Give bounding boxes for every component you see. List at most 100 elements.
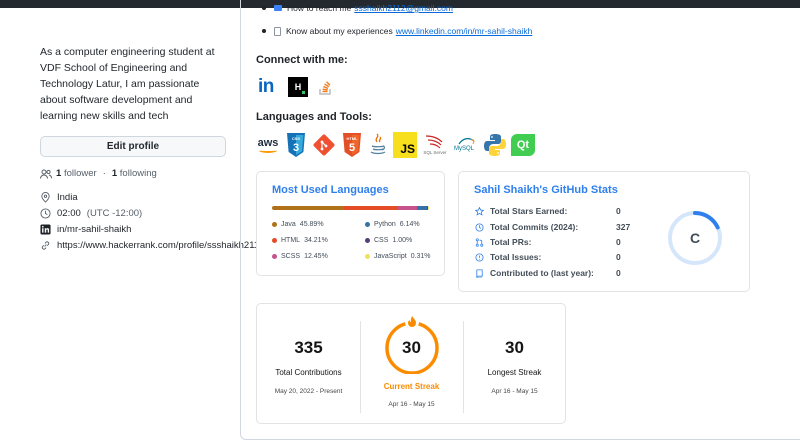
svg-text:5: 5 (349, 142, 355, 154)
pull-request-icon (475, 237, 484, 247)
rank-letter: C (690, 230, 700, 246)
stat-row-stars: Total Stars Earned: 0 (475, 206, 621, 216)
total-contributions-label: Total Contributions (275, 368, 342, 377)
fire-icon (408, 316, 416, 327)
language-bar-segment-python (417, 206, 427, 210)
qt-icon[interactable]: Qt (511, 134, 535, 156)
language-percent: 12.45% (304, 253, 328, 260)
sql-server-icon[interactable]: SQL Server (422, 132, 448, 158)
mysql-icon-label: MySQL (454, 146, 475, 152)
bullet-linkedin: Know about my experiences www.linkedin.c… (262, 26, 532, 36)
connect-icons: in H (258, 76, 336, 98)
clock-icon (40, 208, 51, 219)
profile-bio: As a computer engineering student at VDF… (40, 46, 215, 122)
language-label: SCSS (281, 253, 301, 260)
css-icon-label: CSS (292, 136, 301, 141)
timezone-text: (UTC -12:00) (86, 208, 143, 219)
language-percent: 6.14% (399, 221, 420, 228)
local-time-text: 02:00 (57, 208, 81, 219)
language-item-javascript: JavaScript 0.31% (365, 253, 431, 260)
sql-icon-label: SQL Server (423, 150, 447, 155)
profile-details: India 02:00 (UTC -12:00) in/mr-sahil-sha… (40, 191, 264, 253)
language-item-java: Java 45.89% (272, 221, 324, 228)
language-color-dot (365, 222, 370, 227)
language-label: Java (281, 221, 296, 228)
language-item-scss: SCSS 12.45% (272, 253, 328, 260)
html-icon-label: HTML (346, 136, 358, 141)
followers-link[interactable]: 1 follower (56, 168, 97, 179)
total-contributions-range: May 20, 2022 - Present (274, 388, 343, 395)
tools-heading: Languages and Tools: (256, 111, 372, 123)
linkedin-icon (40, 224, 51, 235)
language-percent: 0.31% (410, 253, 431, 260)
stat-row-prs: Total PRs: 0 (475, 237, 621, 247)
stat-row-issues: Total Issues: 0 (475, 252, 621, 262)
aws-icon[interactable]: aws (256, 132, 280, 158)
longest-streak-range: Apr 16 - May 15 (491, 388, 538, 395)
stackoverflow-icon[interactable] (316, 77, 336, 97)
edit-profile-button[interactable]: Edit profile (40, 136, 226, 157)
tools-icons: aws CSS 3 HTML 5 JS SQL Server MySQL Qt (256, 132, 535, 158)
python-icon[interactable] (484, 133, 506, 157)
language-item-html: HTML 34.21% (272, 237, 328, 244)
language-color-dot (272, 254, 277, 259)
github-stats-card[interactable]: Sahil Shaikh's GitHub Stats Total Stars … (458, 171, 750, 292)
git-icon[interactable] (312, 133, 336, 157)
language-label: Python (374, 221, 396, 228)
hackerrank-icon[interactable]: H (288, 77, 308, 97)
mysql-icon[interactable]: MySQL (453, 132, 479, 158)
stat-row-contributed: Contributed to (last year): 0 (475, 268, 621, 278)
language-bar-segment-scss (397, 206, 418, 210)
following-link[interactable]: 1 following (112, 168, 157, 179)
website-link[interactable]: https://www.hackerrank.com/profile/sssha… (57, 239, 264, 253)
html5-icon[interactable]: HTML 5 (341, 132, 363, 158)
linkedin-experience-link[interactable]: www.linkedin.com/in/mr-sahil-shaikh (396, 26, 533, 36)
java-icon[interactable] (368, 132, 388, 158)
follow-stats: 1 follower · 1 following (40, 168, 228, 179)
language-percent: 45.89% (299, 221, 324, 228)
people-icon (40, 169, 52, 179)
document-icon (274, 26, 281, 36)
language-percent: 34.21% (304, 237, 328, 244)
language-bar-segment-html (344, 206, 398, 210)
profile-sidebar: As a computer engineering student at VDF… (40, 44, 264, 255)
longest-streak-value: 30 (505, 338, 524, 357)
css3-icon[interactable]: CSS 3 (285, 132, 307, 158)
star-icon (475, 206, 484, 216)
language-color-dot (272, 238, 277, 243)
language-label: JavaScript (374, 253, 407, 260)
history-clock-icon (475, 222, 484, 232)
languages-progress-bar (272, 206, 429, 210)
most-used-languages-card[interactable]: Most Used Languages Java 45.89% Python 6.14… (256, 171, 445, 276)
repo-icon (476, 268, 483, 278)
link-icon (41, 241, 50, 250)
stats-card-title: Sahil Shaikh's GitHub Stats (474, 184, 618, 196)
bullet-dot (262, 29, 266, 33)
language-color-dot (272, 222, 277, 227)
language-percent: 1.00% (392, 237, 413, 244)
local-time-item: 02:00 (UTC -12:00) (40, 207, 228, 221)
total-contributions-section: 335 Total Contributions May 20, 2022 - P… (257, 304, 360, 425)
language-label: HTML (281, 237, 301, 244)
current-streak-section: 30 Current Streak Apr 16 - May 15 (360, 304, 463, 425)
languages-card-title: Most Used Languages (272, 184, 389, 196)
email-link[interactable]: ssshaikh2112@gmail.com (354, 3, 453, 13)
language-color-dot (365, 238, 370, 243)
language-item-css: CSS 1.00% (365, 237, 412, 244)
linkedin-logo-icon[interactable]: in (258, 76, 280, 98)
longest-streak-section: 30 Longest Streak Apr 16 - May 15 (463, 304, 566, 425)
bullet-dot (262, 6, 266, 10)
rank-circle: C (668, 211, 722, 265)
website-item[interactable]: https://www.hackerrank.com/profile/sssha… (40, 239, 264, 253)
linkedin-item[interactable]: in/mr-sahil-shaikh (40, 223, 228, 237)
github-streak-card[interactable]: 335 Total Contributions May 20, 2022 - P… (256, 303, 566, 424)
language-item-python: Python 6.14% (365, 221, 420, 228)
language-bar-segment-java (272, 206, 345, 210)
location-item: India (40, 191, 228, 205)
javascript-icon[interactable]: JS (393, 132, 417, 158)
connect-heading: Connect with me: (256, 54, 348, 66)
current-streak-value: 30 (402, 338, 421, 357)
linkedin-link[interactable]: in/mr-sahil-shaikh (57, 223, 131, 237)
bullet-email: How to reach me ssshaikh2112@gmail.com (262, 3, 453, 13)
location-pin-icon (41, 192, 50, 203)
